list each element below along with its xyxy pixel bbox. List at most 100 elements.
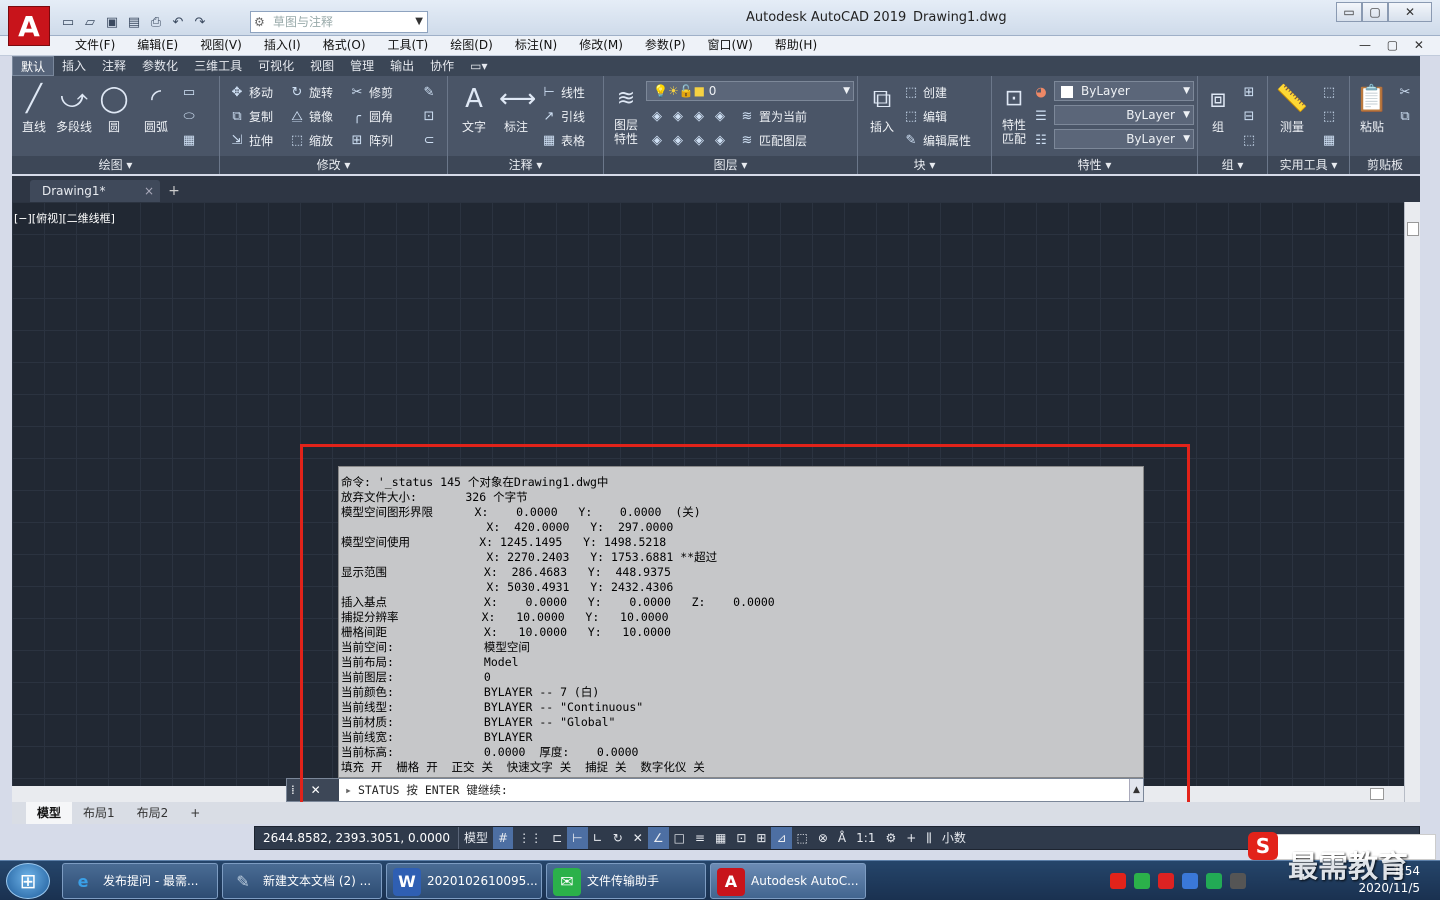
color-dropdown[interactable]: ByLayer ▼ [1054, 81, 1194, 101]
scale-button[interactable]: ⬚ 缩放 [288, 130, 333, 150]
viewport-controls[interactable]: [−][俯视][二维线框] [14, 210, 115, 226]
color-wheel-button[interactable]: ◕ [1032, 82, 1053, 102]
menu-window[interactable]: 窗口(W) [697, 36, 764, 55]
layer-tools-row2[interactable]: ◈ ◈ ◈ ◈ [648, 130, 732, 150]
tab-output[interactable]: 输出 [382, 56, 422, 76]
circle-button[interactable]: ◯ 圆 [96, 82, 132, 135]
new-tab-button[interactable]: + [164, 182, 184, 200]
paste-button[interactable]: 📋 粘贴 [1354, 82, 1390, 135]
tab-view[interactable]: 视图 [302, 56, 342, 76]
annotation-visibility-button[interactable]: Å [833, 827, 851, 849]
menu-view[interactable]: 视图(V) [189, 36, 253, 55]
gizmo-button[interactable]: ⊗ [813, 827, 833, 849]
menu-help[interactable]: 帮助(H) [764, 36, 828, 55]
coordinates-readout[interactable]: 2644.8582, 2393.3051, 0.0000 [255, 827, 460, 849]
layers-panel-title[interactable]: 图层 ▾ [604, 156, 857, 174]
lineweight-icon-button[interactable]: ☰ [1032, 106, 1053, 126]
workspace-switch-button[interactable]: ⚙ [880, 827, 901, 849]
redo-icon[interactable]: ↷ [190, 12, 210, 32]
group-select-button[interactable]: ⬚ [1240, 130, 1261, 150]
rectangle-button[interactable]: ▭ [180, 82, 201, 102]
menu-draw[interactable]: 绘图(D) [439, 36, 504, 55]
workspace-selector[interactable]: ⚙ 草图与注释 ▼ [250, 11, 428, 33]
create-block-button[interactable]: ⬚ 创建 [902, 82, 947, 102]
tab-layout2[interactable]: 布局2 [126, 802, 180, 824]
edit-block-button[interactable]: ⬚ 编辑 [902, 106, 947, 126]
taskbar-item-word[interactable]: W 2020102610095... [386, 863, 542, 899]
tab-annotate[interactable]: 注释 [94, 56, 134, 76]
scroll-thumb[interactable] [1407, 222, 1419, 236]
menu-dimension[interactable]: 标注(N) [504, 36, 568, 55]
dimension-button[interactable]: ⟷ 标注 [496, 82, 536, 135]
object-snap-tracking-toggle[interactable]: ∠ [647, 827, 669, 849]
insert-block-button[interactable]: ⧉ 插入 [862, 82, 902, 135]
undo-icon[interactable]: ↶ [168, 12, 188, 32]
taskbar-item-autocad[interactable]: A Autodesk AutoC... [710, 863, 866, 899]
security-icon[interactable] [1182, 873, 1198, 889]
tab-model[interactable]: 模型 [26, 802, 73, 824]
measure-button[interactable]: 📏 测量 [1272, 82, 1312, 135]
menu-edit[interactable]: 编辑(E) [126, 36, 189, 55]
tab-visualize[interactable]: 可视化 [250, 56, 302, 76]
save-as-icon[interactable]: ▤ [124, 12, 144, 32]
quick-select-button[interactable]: ⬚ [1320, 82, 1341, 102]
lineweight-toggle[interactable]: ≡ [690, 827, 710, 849]
grid-toggle[interactable]: # [493, 827, 514, 849]
sogou-icon[interactable] [1110, 873, 1126, 889]
mdi-window-controls[interactable]: — ▢ ✕ [1359, 38, 1430, 52]
menu-insert[interactable]: 插入(I) [253, 36, 312, 55]
modify-panel-title[interactable]: 修改 ▾ [220, 156, 447, 174]
select-all-button[interactable]: ⬚ [1320, 106, 1341, 126]
menu-parametric[interactable]: 参数(P) [634, 36, 697, 55]
units-button[interactable]: 小数 [937, 827, 971, 849]
infer-constraints-toggle[interactable]: ⊏ [547, 827, 567, 849]
linear-button[interactable]: ⊢ 线性 [540, 82, 585, 102]
document-tab[interactable]: Drawing1* × [30, 180, 160, 202]
fillet-button[interactable]: ╭ 圆角 [348, 106, 393, 126]
3d-osnap-toggle[interactable]: ⊞ [751, 827, 771, 849]
annotation-monitor-button[interactable]: + [901, 827, 921, 849]
close-tab-icon[interactable]: × [144, 180, 154, 202]
match-layer-button[interactable]: ≋ 匹配图层 [738, 130, 807, 150]
taskbar-item-notepad[interactable]: ✎ 新建文本文档 (2) ... [222, 863, 382, 899]
volume-icon[interactable] [1230, 873, 1246, 889]
trim-button[interactable]: ✂ 修剪 [348, 82, 393, 102]
copy-button[interactable]: ⧉ 复制 [228, 106, 273, 126]
wechat-tray-icon[interactable] [1134, 873, 1150, 889]
gradient-button[interactable]: ▦ [180, 130, 201, 150]
tab-layout1[interactable]: 布局1 [72, 802, 126, 824]
annotation-panel-title[interactable]: 注释 ▾ [448, 156, 603, 174]
draw-panel-title[interactable]: 绘图 ▾ [12, 156, 219, 174]
maximize-button[interactable]: ▢ [1362, 2, 1388, 22]
tab-parametric[interactable]: 参数化 [134, 56, 186, 76]
print-icon[interactable]: ⎙ [146, 12, 166, 32]
ungroup-button[interactable]: ⊞ [1240, 82, 1261, 102]
calculator-button[interactable]: ▦ [1320, 130, 1341, 150]
menu-format[interactable]: 格式(O) [312, 36, 377, 55]
command-line[interactable]: ⁞ ✕ 🔧 ▸STATUS 按 ENTER 键继续: ▲ [286, 778, 1144, 819]
linetype-icon-button[interactable]: ☷ [1032, 130, 1053, 150]
open-file-icon[interactable]: ▱ [80, 12, 100, 32]
snap-toggle[interactable]: ⋮⋮ [513, 827, 547, 849]
arc-button[interactable]: ◜ 圆弧 [138, 82, 174, 135]
units-icon[interactable]: ⫼ [921, 827, 937, 849]
leader-button[interactable]: ↗ 引线 [540, 106, 585, 126]
new-file-icon[interactable]: ▭ [58, 12, 78, 32]
properties-panel-title[interactable]: 特性 ▾ [992, 156, 1197, 174]
selection-filter-button[interactable]: ⬚ [792, 827, 813, 849]
ortho-toggle[interactable]: ∟ [588, 827, 608, 849]
erase-button[interactable]: ✎ [420, 82, 441, 102]
linetype-dropdown[interactable]: ByLayer ▼ [1054, 105, 1194, 125]
group-edit-button[interactable]: ⊟ [1240, 106, 1261, 126]
taskbar-item-ie[interactable]: e 发布提问 - 最需... [62, 863, 218, 899]
tab-3d-tools[interactable]: 三维工具 [186, 56, 250, 76]
lineweight-dropdown[interactable]: ByLayer ▼ [1054, 129, 1194, 149]
command-prompt[interactable]: ▸ STATUS 按 ENTER 键继续: [345, 779, 508, 801]
copy-clip-button[interactable]: ⧉ [1396, 106, 1417, 126]
hatch-button[interactable]: ⬭ [180, 106, 201, 126]
annotation-scale-button[interactable]: 1:1 [851, 827, 880, 849]
minimize-button[interactable]: ▭ [1336, 2, 1362, 22]
array-button[interactable]: ⊞ 阵列 [348, 130, 393, 150]
line-button[interactable]: ╱ 直线 [16, 82, 52, 135]
tab-collaborate[interactable]: 协作 [422, 56, 462, 76]
